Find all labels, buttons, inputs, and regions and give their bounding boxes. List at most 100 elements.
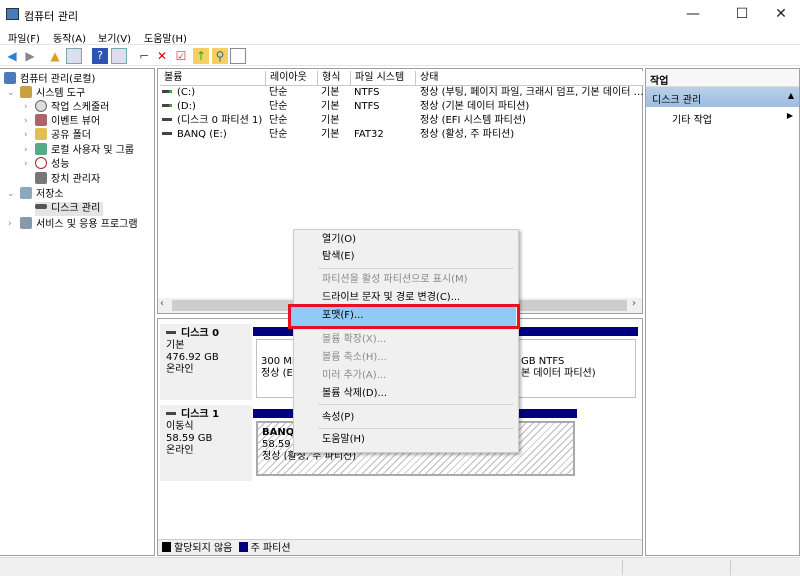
table-cell[interactable]: 기본 [321, 114, 339, 128]
tree-item-services[interactable]: 서비스 및 응용 프로그램 [20, 217, 138, 231]
menu-action[interactable]: 동작(A) [53, 30, 86, 45]
up-folder-icon[interactable]: ▲ [47, 48, 63, 64]
tree-item-disk-management[interactable]: 디스크 관리 [35, 202, 104, 216]
menu-separator [318, 268, 514, 269]
context-menu-item[interactable]: 미러 추가(A)... [322, 369, 386, 383]
chevron-down-icon[interactable]: ⌄ [7, 88, 15, 98]
table-cell[interactable]: FAT32 [354, 128, 384, 142]
table-cell[interactable]: 단순 [269, 114, 287, 128]
chevron-right-icon[interactable]: › [8, 219, 12, 229]
table-cell[interactable]: 정상 (기본 데이터 파티션) [420, 100, 529, 114]
scroll-right-icon[interactable]: › [632, 298, 636, 309]
chevron-right-icon[interactable]: › [24, 102, 28, 112]
chevron-down-icon[interactable]: ⌄ [7, 189, 15, 199]
show-hide-tree-icon[interactable] [66, 48, 82, 64]
properties-icon[interactable]: ☑ [173, 48, 189, 64]
table-cell[interactable]: 기본 [321, 128, 339, 142]
table-cell[interactable]: (D:) [162, 100, 196, 114]
back-icon[interactable]: ◀ [4, 48, 20, 64]
chevron-right-icon[interactable]: › [24, 145, 28, 155]
table-cell[interactable]: 정상 (부팅, 페이지 파일, 크래시 덤프, 기본 데이터 … [420, 86, 644, 100]
connect-icon[interactable]: ⌐ [136, 48, 152, 64]
collapse-icon[interactable]: ▲ [788, 91, 794, 100]
cell-text: 정상 (부팅, 페이지 파일, 크래시 덤프, 기본 데이터 … [420, 87, 644, 98]
context-menu-item[interactable]: 탐색(E) [322, 250, 355, 264]
unallocated-swatch [162, 542, 171, 552]
maximize-button[interactable]: ☐ [727, 4, 757, 24]
tree-item-shared-folders[interactable]: 공유 폴더 [35, 128, 91, 142]
disk-1-label[interactable]: 디스크 1 이동식 58.59 GB 온라인 [160, 405, 252, 481]
context-menu-item[interactable]: 볼륨 삭제(D)... [322, 387, 387, 401]
tree-item-event-viewer[interactable]: 이벤트 뷰어 [35, 114, 100, 128]
chevron-right-icon[interactable]: › [24, 159, 28, 169]
context-menu-item[interactable]: 속성(P) [322, 411, 354, 425]
actions-more[interactable]: 기타 작업 ▶ [646, 107, 799, 126]
table-cell[interactable]: (디스크 0 파티션 1) [162, 114, 262, 128]
tree-item-device-manager[interactable]: 장치 관리자 [35, 172, 100, 186]
shared-folder-icon [35, 128, 47, 140]
primary-partition-swatch [238, 542, 248, 552]
tree-item-local-users[interactable]: 로컬 사용자 및 그룹 [35, 143, 134, 157]
context-menu-item[interactable]: 볼륨 확장(X)... [322, 333, 386, 347]
cell-text: 정상 (활성, 주 파티션) [420, 129, 515, 140]
table-cell[interactable]: 기본 [321, 100, 339, 114]
context-menu-item[interactable]: 파티션을 활성 파티션으로 표시(M) [322, 273, 468, 287]
tree-label: 작업 스케줄러 [51, 102, 110, 113]
context-menu-item[interactable]: 열기(O) [322, 233, 356, 247]
cell-text: (D:) [177, 101, 196, 112]
chevron-right-icon[interactable]: › [24, 116, 28, 126]
table-cell[interactable]: (C:) [162, 86, 195, 100]
table-cell[interactable]: 정상 (EFI 시스템 파티션) [420, 114, 526, 128]
table-cell[interactable]: 단순 [269, 86, 287, 100]
forward-icon[interactable]: ▶ [22, 48, 38, 64]
tree-label: 장치 관리자 [51, 174, 101, 185]
table-cell[interactable]: 기본 [321, 86, 339, 100]
minimize-button[interactable]: — [678, 4, 708, 24]
close-button[interactable]: ✕ [766, 4, 796, 24]
menu-view[interactable]: 보기(V) [98, 30, 131, 45]
tree-item-task-scheduler[interactable]: 작업 스케줄러 [35, 100, 109, 114]
chevron-right-icon[interactable]: › [24, 130, 28, 140]
tree-item-performance[interactable]: 성능 [35, 157, 69, 171]
partition-efi[interactable]: 300 MB정상 (EFI [256, 339, 296, 398]
cell-text: 기본 [321, 87, 340, 98]
status-divider [730, 560, 731, 575]
partition-size: 300 MB [261, 356, 296, 367]
search-icon[interactable]: ⚲ [212, 48, 228, 64]
scroll-left-icon[interactable]: ‹ [160, 298, 164, 309]
menu-bar: 파일(F) 동작(A) 보기(V) 도움말(H) [0, 28, 800, 45]
column-header-layout[interactable]: 레이아웃 [266, 71, 318, 86]
legend-primary: 주 파티션 [250, 543, 291, 554]
navigation-tree: 컴퓨터 관리(로컬) ⌄ 시스템 도구 › 작업 스케줄러 › 이벤트 뷰어 ›… [0, 68, 155, 556]
show-hide-action-icon[interactable] [111, 48, 127, 64]
new-folder-icon[interactable]: ↑ [193, 48, 209, 64]
window-title: 컴퓨터 관리 [24, 10, 79, 23]
column-header-filesystem[interactable]: 파일 시스템 [351, 71, 416, 86]
column-header-volume[interactable]: 볼륨 [160, 71, 266, 86]
menu-file[interactable]: 파일(F) [8, 30, 40, 45]
column-header-type[interactable]: 형식 [318, 71, 351, 86]
tree-item-storage[interactable]: 저장소 [20, 187, 64, 201]
computer-icon [4, 72, 16, 84]
column-header-status[interactable]: 상태 [416, 71, 644, 86]
help-icon[interactable]: ? [92, 48, 108, 64]
actions-section-disk-management[interactable]: 디스크 관리 ▲ [646, 87, 799, 107]
context-menu-item[interactable]: 드라이브 문자 및 경로 변경(C)... [322, 291, 460, 305]
table-cell[interactable]: NTFS [354, 100, 380, 114]
table-cell[interactable]: 정상 (활성, 주 파티션) [420, 128, 514, 142]
tree-item-system-tools[interactable]: 시스템 도구 [20, 86, 85, 100]
cell-text: 기본 [321, 101, 340, 112]
menu-help[interactable]: 도움말(H) [144, 30, 187, 45]
table-cell[interactable]: BANQ (E:) [162, 128, 227, 142]
delete-icon[interactable]: ✕ [154, 48, 170, 64]
highlight-annotation-box [288, 304, 520, 329]
table-cell[interactable]: 단순 [269, 128, 287, 142]
table-cell[interactable]: 단순 [269, 100, 287, 114]
context-menu-item[interactable]: 볼륨 축소(H)... [322, 351, 387, 365]
table-cell[interactable]: NTFS [354, 86, 380, 100]
context-menu-item[interactable]: 도움말(H) [322, 433, 365, 447]
tree-label: 저장소 [36, 189, 64, 200]
disk-0-label[interactable]: 디스크 0 기본 476.92 GB 온라인 [160, 324, 252, 400]
list-icon[interactable] [230, 48, 246, 64]
tree-root[interactable]: 컴퓨터 관리(로컬) [4, 72, 95, 86]
